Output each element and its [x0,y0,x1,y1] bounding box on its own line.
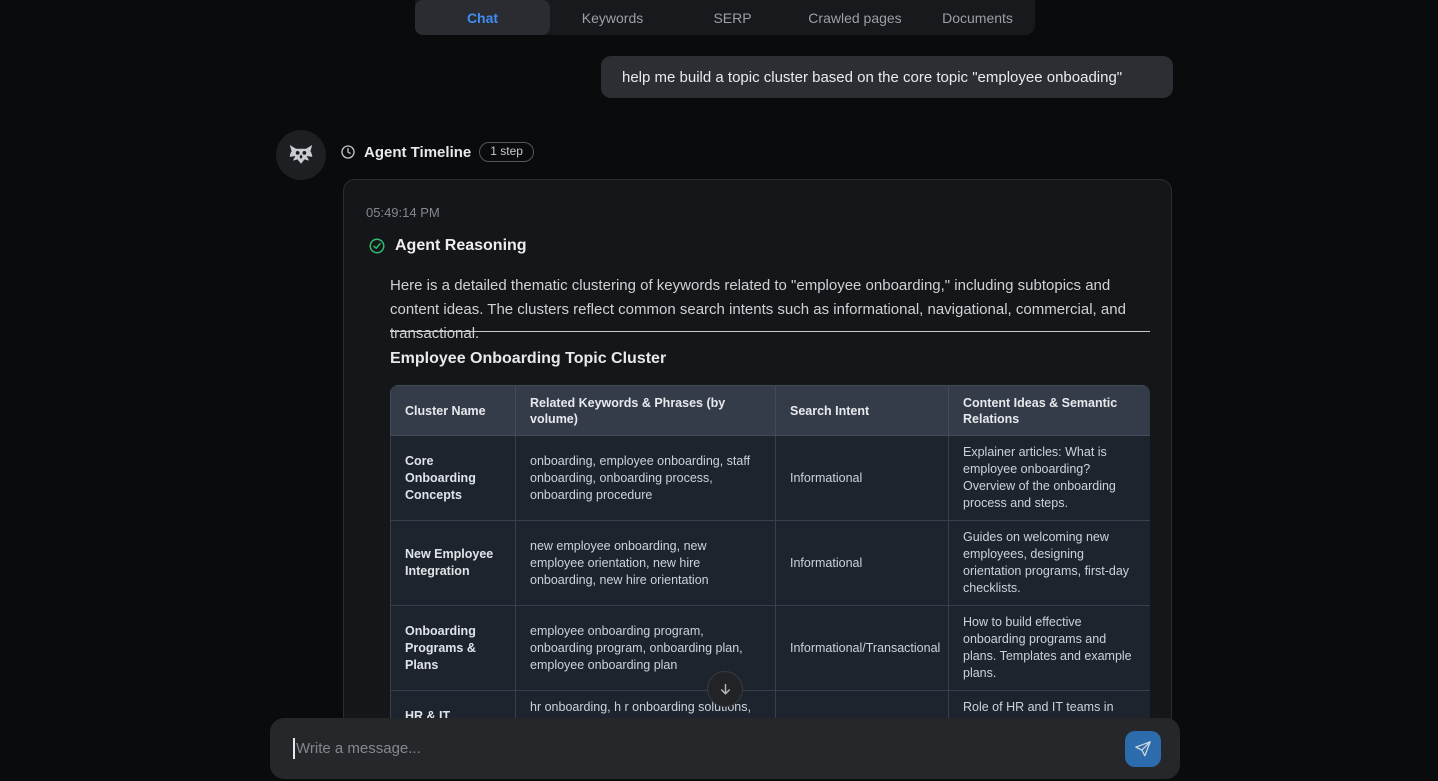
tab-keywords[interactable]: Keywords [550,0,675,35]
cluster-name-cell: Core Onboarding Concepts [391,436,516,521]
topic-cluster-table: Cluster Name Related Keywords & Phrases … [390,385,1150,759]
search-intent-cell: Informational/Transactional [776,606,949,691]
search-intent-cell: Informational [776,436,949,521]
header-search-intent: Search Intent [776,386,949,436]
cluster-name-cell: New Employee Integration [391,521,516,606]
topic-cluster-heading: Employee Onboarding Topic Cluster [390,350,666,368]
scroll-to-bottom-button[interactable] [707,671,743,707]
step-count-badge: 1 step [479,142,534,162]
table-row: New Employee Integrationnew employee onb… [391,521,1151,606]
content-ideas-cell: Explainer articles: What is employee onb… [949,436,1151,521]
message-input[interactable] [296,718,1096,779]
header-content-ideas: Content Ideas & Semantic Relations [949,386,1151,436]
owl-logo-icon [286,140,316,170]
agent-step-card: 05:49:14 PM Agent Reasoning Here is a de… [343,179,1172,779]
agent-timeline-label: Agent Timeline [364,144,471,161]
header-related-keywords: Related Keywords & Phrases (by volume) [516,386,776,436]
table-row: Onboarding Programs & Plansemployee onbo… [391,606,1151,691]
paper-plane-icon [1134,740,1152,758]
user-message-bubble: help me build a topic cluster based on t… [601,56,1173,98]
tab-crawled-pages[interactable]: Crawled pages [790,0,920,35]
top-tab-bar: Chat Keywords SERP Crawled pages Documen… [415,0,1035,35]
topic-cluster-table-body: Core Onboarding Conceptsonboarding, empl… [391,436,1151,759]
user-message-text: help me build a topic cluster based on t… [622,69,1122,86]
step-timestamp: 05:49:14 PM [366,205,440,220]
table-header-row: Cluster Name Related Keywords & Phrases … [391,386,1151,436]
clock-icon [340,144,356,160]
reasoning-body-text: Here is a detailed thematic clustering o… [390,274,1150,346]
arrow-down-icon [717,681,734,698]
reasoning-header: Agent Reasoning [368,237,527,255]
message-composer [270,718,1180,779]
content-ideas-cell: Guides on welcoming new employees, desig… [949,521,1151,606]
search-intent-cell: Informational [776,521,949,606]
tab-documents[interactable]: Documents [920,0,1035,35]
cluster-name-cell: Onboarding Programs & Plans [391,606,516,691]
keywords-cell: onboarding, employee onboarding, staff o… [516,436,776,521]
horizontal-divider [390,331,1150,332]
content-ideas-cell: How to build effective onboarding progra… [949,606,1151,691]
reasoning-title: Agent Reasoning [395,237,527,255]
tab-chat[interactable]: Chat [415,0,550,35]
keywords-cell: new employee onboarding, new employee or… [516,521,776,606]
check-circle-icon [368,237,386,255]
header-cluster-name: Cluster Name [391,386,516,436]
agent-timeline-header: Agent Timeline 1 step [340,142,534,162]
table-row: Core Onboarding Conceptsonboarding, empl… [391,436,1151,521]
text-caret [293,738,295,759]
agent-avatar [276,130,326,180]
tab-serp[interactable]: SERP [675,0,790,35]
send-button[interactable] [1125,731,1161,767]
